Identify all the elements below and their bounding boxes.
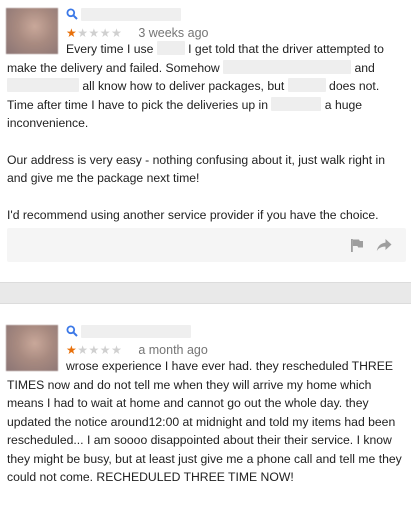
redacted-text xyxy=(271,96,322,111)
reviewer-name-redacted xyxy=(81,324,191,338)
reviewer-name-row[interactable] xyxy=(66,5,209,23)
review-header: ★ ★ ★ ★ ★ 3 weeks ago xyxy=(66,5,209,42)
review-text-segment: Our address is very easy - nothing confu… xyxy=(7,152,385,186)
review-separator xyxy=(0,282,411,304)
review-text-segment: Every time I use xyxy=(66,42,157,56)
review-text: Every time I use I get told that the dri… xyxy=(7,40,407,224)
star-filled-icon: ★ xyxy=(66,26,77,40)
review-paragraph: wrose experience I have ever had. they r… xyxy=(7,357,407,487)
star-empty-icon: ★ xyxy=(99,343,111,357)
redacted-text xyxy=(223,59,352,74)
star-empty-icon: ★ xyxy=(111,26,122,40)
share-icon[interactable] xyxy=(376,238,392,252)
star-empty-icon: ★ xyxy=(88,26,100,40)
review-paragraph: Our address is very easy - nothing confu… xyxy=(7,151,407,188)
star-empty-icon: ★ xyxy=(99,26,111,40)
review-header: ★ ★ ★ ★ ★ a month ago xyxy=(66,322,208,359)
star-empty-icon: ★ xyxy=(88,343,100,357)
redacted-text xyxy=(156,41,185,55)
star-rating: ★ ★ ★ ★ ★ xyxy=(66,344,122,356)
review-text-segment: all know how to deliver packages, but xyxy=(79,79,288,93)
star-empty-icon: ★ xyxy=(77,26,89,40)
search-icon xyxy=(66,8,78,20)
review-text: wrose experience I have ever had. they r… xyxy=(7,357,407,487)
review-action-bar xyxy=(7,228,406,262)
reviewer-name-row[interactable] xyxy=(66,322,208,340)
review-text-segment: wrose experience I have ever had. they r… xyxy=(7,359,402,484)
redacted-text xyxy=(287,78,326,92)
flag-icon[interactable] xyxy=(350,238,364,252)
review-paragraph: Every time I use I get told that the dri… xyxy=(7,40,407,133)
review-text-segment: and xyxy=(351,60,375,75)
star-rating: ★ ★ ★ ★ ★ xyxy=(66,27,122,39)
reviewer-name-redacted xyxy=(81,7,181,21)
search-icon xyxy=(66,325,78,337)
review-paragraph: I'd recommend using another service prov… xyxy=(7,206,407,225)
star-empty-icon: ★ xyxy=(111,343,122,357)
review-date: 3 weeks ago xyxy=(138,26,209,40)
review-text-segment: I'd recommend using another service prov… xyxy=(7,207,379,222)
star-filled-icon: ★ xyxy=(66,343,77,357)
redacted-text xyxy=(7,78,79,92)
star-empty-icon: ★ xyxy=(77,343,89,357)
review-card: ★ ★ ★ ★ ★ 3 weeks ago Every time I use I get… xyxy=(0,0,411,280)
review-date: a month ago xyxy=(138,343,208,357)
